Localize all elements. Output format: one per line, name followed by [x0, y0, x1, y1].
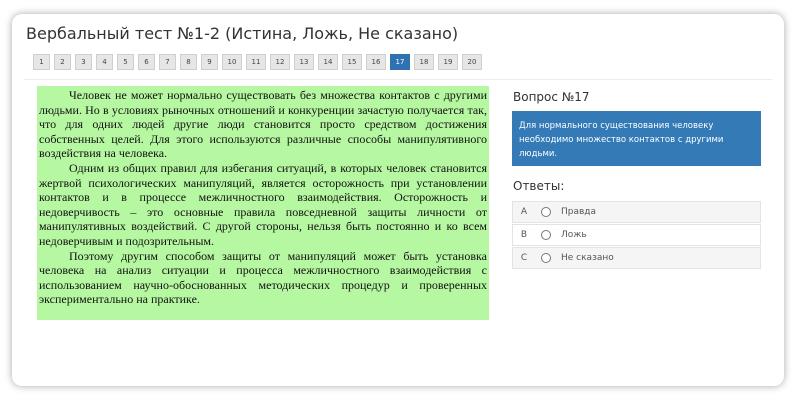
answer-label: Правда	[561, 207, 597, 217]
page-button-11[interactable]: 11	[246, 54, 266, 70]
answer-option-false[interactable]: B Ложь	[512, 224, 761, 246]
page-button-13[interactable]: 13	[294, 54, 314, 70]
page-button-8[interactable]: 8	[180, 54, 197, 70]
page-button-20[interactable]: 20	[462, 54, 482, 70]
question-pager: 1 2 3 4 5 6 7 8 9 10 11 12 13 14 15 16 17 18 19 20	[33, 54, 486, 70]
page-button-1[interactable]: 1	[33, 54, 50, 70]
page-button-6[interactable]: 6	[138, 54, 155, 70]
test-card: Вербальный тест №1-2 (Истина, Ложь, Не с…	[12, 14, 784, 386]
radio-icon[interactable]	[541, 253, 551, 263]
answer-letter: C	[520, 253, 528, 263]
question-statement: Для нормального существования человеку н…	[512, 111, 761, 166]
page-button-14[interactable]: 14	[318, 54, 338, 70]
radio-icon[interactable]	[541, 207, 551, 217]
page-button-7[interactable]: 7	[159, 54, 176, 70]
passage-text: Человек не может нормально существовать …	[37, 86, 489, 320]
answers-heading: Ответы:	[513, 179, 565, 193]
passage-paragraph: Поэтому другим способом защиты от манипу…	[39, 248, 487, 307]
page-button-10[interactable]: 10	[222, 54, 242, 70]
answer-letter: A	[520, 207, 528, 217]
page-button-17[interactable]: 17	[390, 54, 410, 70]
page-button-18[interactable]: 18	[414, 54, 434, 70]
answer-label: Не сказано	[561, 253, 614, 263]
answer-option-not-stated[interactable]: C Не сказано	[512, 247, 761, 269]
page-button-9[interactable]: 9	[201, 54, 218, 70]
radio-icon[interactable]	[541, 230, 551, 240]
answer-option-true[interactable]: A Правда	[512, 201, 761, 223]
page-button-2[interactable]: 2	[54, 54, 71, 70]
page-button-4[interactable]: 4	[96, 54, 113, 70]
question-heading: Вопрос №17	[513, 90, 590, 104]
page-button-3[interactable]: 3	[75, 54, 92, 70]
passage-paragraph: Человек не может нормально существовать …	[39, 88, 487, 161]
page-button-5[interactable]: 5	[117, 54, 134, 70]
answer-label: Ложь	[561, 230, 587, 240]
answers-list: A Правда B Ложь C Не сказано	[512, 201, 761, 270]
page-button-16[interactable]: 16	[366, 54, 386, 70]
page-button-19[interactable]: 19	[438, 54, 458, 70]
answer-letter: B	[520, 230, 528, 240]
page-title: Вербальный тест №1-2 (Истина, Ложь, Не с…	[26, 24, 459, 43]
passage-paragraph: Одним из общих правил для избегания ситу…	[39, 160, 487, 248]
page-button-15[interactable]: 15	[342, 54, 362, 70]
page-button-12[interactable]: 12	[270, 54, 290, 70]
divider	[24, 79, 772, 80]
